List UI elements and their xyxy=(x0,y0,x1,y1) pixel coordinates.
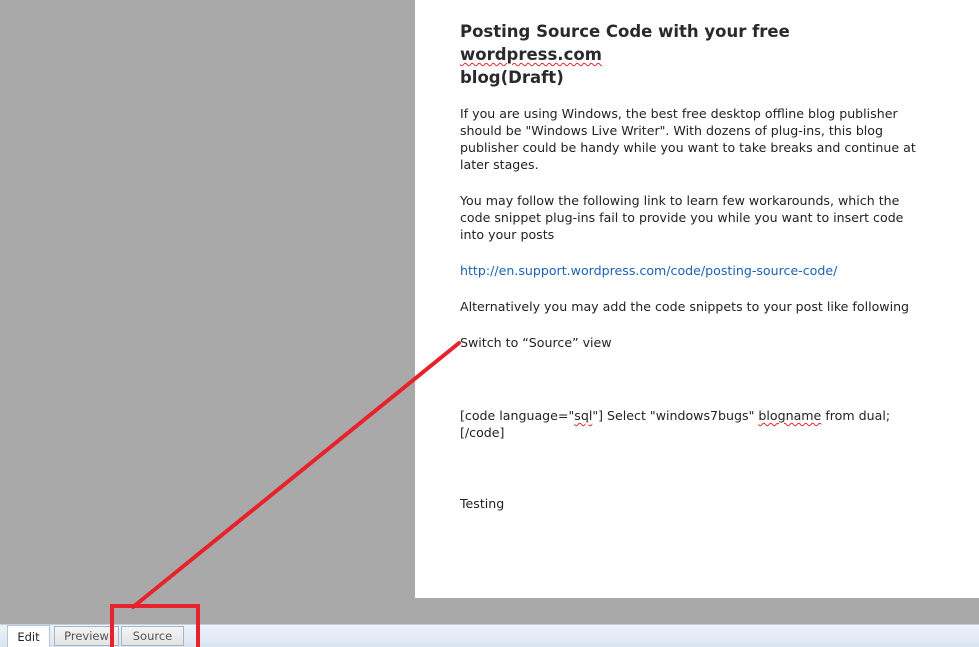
tab-edit[interactable]: Edit xyxy=(7,625,50,647)
windows-live-writer-window: Posting Source Code with your free wordp… xyxy=(0,0,979,647)
body-paragraph-testing[interactable]: Testing xyxy=(460,495,930,512)
body-paragraph-alternative[interactable]: Alternatively you may add the code snipp… xyxy=(460,298,930,315)
post-title[interactable]: Posting Source Code with your free wordp… xyxy=(460,20,915,89)
body-paragraph-switch-source[interactable]: Switch to “Source” view xyxy=(460,334,930,351)
post-title-text: Posting Source Code with your free xyxy=(460,22,790,41)
code-snippet-paragraph[interactable]: [code language="sql"] Select "windows7bu… xyxy=(460,407,930,441)
body-paragraph-workarounds[interactable]: You may follow the following link to lea… xyxy=(460,192,930,243)
code-spellcheck-lang: sql xyxy=(574,408,593,423)
post-title-text-line2: blog(Draft) xyxy=(460,68,564,87)
post-document[interactable]: Posting Source Code with your free wordp… xyxy=(415,0,979,598)
body-paragraph-link[interactable]: http://en.support.wordpress.com/code/pos… xyxy=(460,262,930,279)
view-tab-bar: Edit Preview Source xyxy=(0,624,979,647)
post-title-spellcheck-word: wordpress.com xyxy=(460,45,602,64)
code-text: "] Select "windows7bugs" xyxy=(592,408,759,423)
editor-workspace: Posting Source Code with your free wordp… xyxy=(0,0,979,598)
body-paragraph-intro[interactable]: If you are using Windows, the best free … xyxy=(460,105,930,173)
code-spellcheck-word: blogname xyxy=(758,408,822,423)
code-text: [code language=" xyxy=(460,408,575,423)
support-link[interactable]: http://en.support.wordpress.com/code/pos… xyxy=(460,263,837,278)
tab-source[interactable]: Source xyxy=(121,626,184,646)
tab-preview[interactable]: Preview xyxy=(54,626,119,646)
